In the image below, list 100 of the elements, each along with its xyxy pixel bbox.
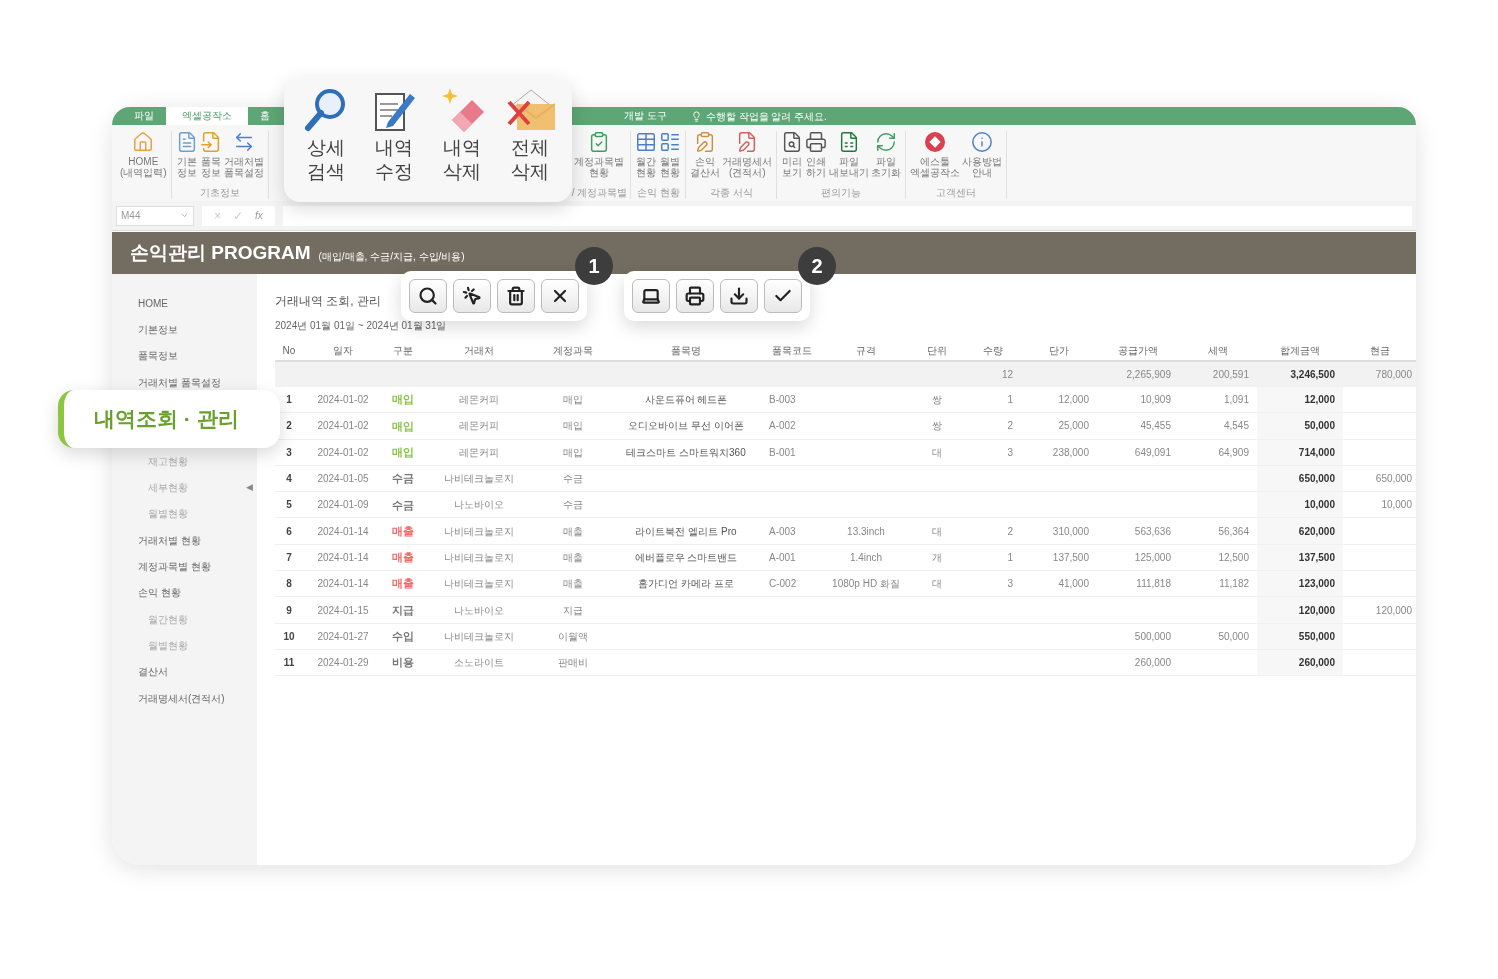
table-cell-text: 개 xyxy=(931,550,943,565)
table-cell-text: 238,000 xyxy=(1051,445,1090,460)
table-cell-text: 판매비 xyxy=(557,656,589,671)
sidebar-item[interactable]: 결산서 xyxy=(138,664,168,680)
total-cell-text: 12 xyxy=(1000,368,1014,382)
table-cell-text: B-001 xyxy=(768,445,797,460)
column-header: 합계금액 xyxy=(1279,343,1321,358)
feature-button[interactable]: 내역 삭제 xyxy=(443,136,481,184)
document-icon xyxy=(199,131,222,153)
toolbar-button[interactable] xyxy=(541,279,579,313)
table-cell: 123,000 xyxy=(1257,571,1343,597)
table-cell-text: 매입 xyxy=(562,393,584,408)
toolbar-button[interactable] xyxy=(497,279,535,313)
ribbon-button[interactable]: 인쇄 하기 xyxy=(806,156,827,178)
table-cell-text: 2 xyxy=(1006,419,1014,434)
collapse-arrow[interactable]: ◀ xyxy=(246,480,253,495)
table-cell-text: 매입 xyxy=(392,418,414,434)
column-header: 세액 xyxy=(1207,343,1229,358)
highlight-callout[interactable]: 내역조회 · 관리 xyxy=(58,390,280,449)
toolbar-button[interactable] xyxy=(453,279,491,313)
program-title: 손익관리 PROGRAM xyxy=(130,240,311,265)
table-cell-text: 3 xyxy=(1006,577,1014,592)
ribbon-button[interactable]: 거래처별 품목설정 xyxy=(223,156,264,178)
group-label: 기초정보 xyxy=(199,187,240,199)
column-header: 일자 xyxy=(332,343,354,358)
ribbon-button[interactable]: 파일 초기화 xyxy=(871,156,902,178)
function-button[interactable]: fx xyxy=(255,208,263,223)
sidebar-item[interactable]: HOME xyxy=(138,295,168,311)
formula-field[interactable] xyxy=(282,205,1412,226)
table-cell-text: 레몬커피 xyxy=(458,393,500,408)
toolbar-button[interactable] xyxy=(632,279,670,313)
sidebar-item[interactable]: 거래처별 품목설정 xyxy=(138,374,221,390)
table-cell-text: 2024-01-14 xyxy=(316,550,370,565)
toolbar-button[interactable] xyxy=(676,279,714,313)
table-cell-text: 매입 xyxy=(392,445,414,460)
sidebar-item[interactable]: 거래명세서(견적서) xyxy=(138,690,225,706)
sidebar-item[interactable]: 거래처별 현황 xyxy=(138,532,201,548)
toolbar-button[interactable] xyxy=(720,279,758,313)
lightbulb-icon xyxy=(690,110,702,122)
ribbon-button[interactable]: 월별 현황 xyxy=(660,156,681,178)
table-cell-text: 매출 xyxy=(392,550,414,566)
table-cell-text: 650,000 xyxy=(1374,472,1413,487)
table-cell-text: 비용 xyxy=(392,655,414,671)
group-label: 손익 현황 xyxy=(636,187,680,199)
sidebar-item[interactable]: 기본정보 xyxy=(138,321,178,337)
table-cell-text: 10,909 xyxy=(1139,393,1172,408)
feature-button[interactable]: 상세 검색 xyxy=(307,136,345,184)
sidebar-item[interactable]: 손익 현황 xyxy=(138,585,181,601)
table-cell-text: 563,636 xyxy=(1133,524,1172,539)
toolbar-button[interactable] xyxy=(409,279,447,313)
ribbon-button[interactable]: 월간 현황 xyxy=(636,156,657,178)
table-cell-text: 10,000 xyxy=(1380,498,1413,513)
table-cell-text: 나비테크놀로지 xyxy=(443,524,515,539)
table-cell-text: 수금 xyxy=(392,471,414,487)
toolbar-button[interactable] xyxy=(764,279,802,313)
table-cell-text: 수금 xyxy=(392,497,414,513)
ribbon-button[interactable]: 기본 정보 xyxy=(176,156,197,178)
search-icon xyxy=(418,286,438,306)
trash-icon xyxy=(506,286,526,306)
feature-button[interactable]: 내역 수정 xyxy=(375,136,413,184)
table-cell-text: 지급 xyxy=(562,603,584,618)
ribbon-button[interactable]: HOME (내역입력) xyxy=(120,156,167,178)
ribbon-tab[interactable]: 파일 xyxy=(122,107,166,125)
ribbon-button[interactable]: 계정과목별 현황 xyxy=(574,156,625,178)
ribbon-button[interactable]: 손익 결산서 xyxy=(690,156,721,178)
ribbon-button[interactable]: 품목 정보 xyxy=(200,156,221,178)
column-header: No xyxy=(281,343,297,358)
table-cell-text: 10 xyxy=(282,629,296,644)
ribbon-tab[interactable]: 홈 xyxy=(248,107,282,125)
feature-button[interactable]: 전체 삭제 xyxy=(511,136,549,184)
column-header: 현금 xyxy=(1368,343,1391,358)
table-cell-text: 1,091 xyxy=(1222,393,1250,408)
download-icon xyxy=(729,286,749,306)
table-cell-text: 649,091 xyxy=(1133,445,1172,460)
table-cell-text: 레몬커피 xyxy=(458,419,500,434)
sidebar-item[interactable]: 품목정보 xyxy=(138,348,178,364)
table-cell-text: 111,818 xyxy=(1135,577,1172,592)
ribbon-button[interactable]: 파일 내보내기 xyxy=(829,156,870,178)
ribbon-button[interactable]: 에스툴 엑셀공작소 xyxy=(910,156,961,178)
name-box[interactable]: M44 xyxy=(116,205,194,226)
table-cell-text: 310,000 xyxy=(1051,524,1090,539)
printer-icon xyxy=(685,286,705,306)
table-cell-text: 7 xyxy=(285,550,293,565)
table-cell: 260,000 xyxy=(1257,649,1343,676)
table-cell: 12,000 xyxy=(1257,387,1343,413)
column-header: 구분 xyxy=(392,343,414,358)
tell-me-field[interactable]: 수행할 작업을 알려 주세요. xyxy=(705,108,827,124)
program-subtitle: (매입/매출, 수금/지급, 수입/비용) xyxy=(318,249,465,264)
table-cell-text: 에버플로우 스마트밴드 xyxy=(633,550,739,565)
laptop-icon xyxy=(641,286,661,306)
column-header: 품목코드 xyxy=(771,343,813,358)
ribbon-tab[interactable]: 엑셀공작소 xyxy=(166,107,248,125)
ribbon-button[interactable]: 사용방법 안내 xyxy=(962,156,1003,178)
list-icon xyxy=(659,131,682,153)
sidebar-item[interactable]: 계정과목별 현황 xyxy=(138,559,211,574)
ribbon-button[interactable]: 미리 보기 xyxy=(782,156,803,178)
table-cell-text: 매출 xyxy=(562,550,584,565)
ribbon-button[interactable]: 거래명세서 (견적서) xyxy=(722,156,773,178)
total-cell-text: 2,265,909 xyxy=(1125,368,1172,382)
ribbon-tab[interactable]: 개발 도구 xyxy=(612,107,679,125)
